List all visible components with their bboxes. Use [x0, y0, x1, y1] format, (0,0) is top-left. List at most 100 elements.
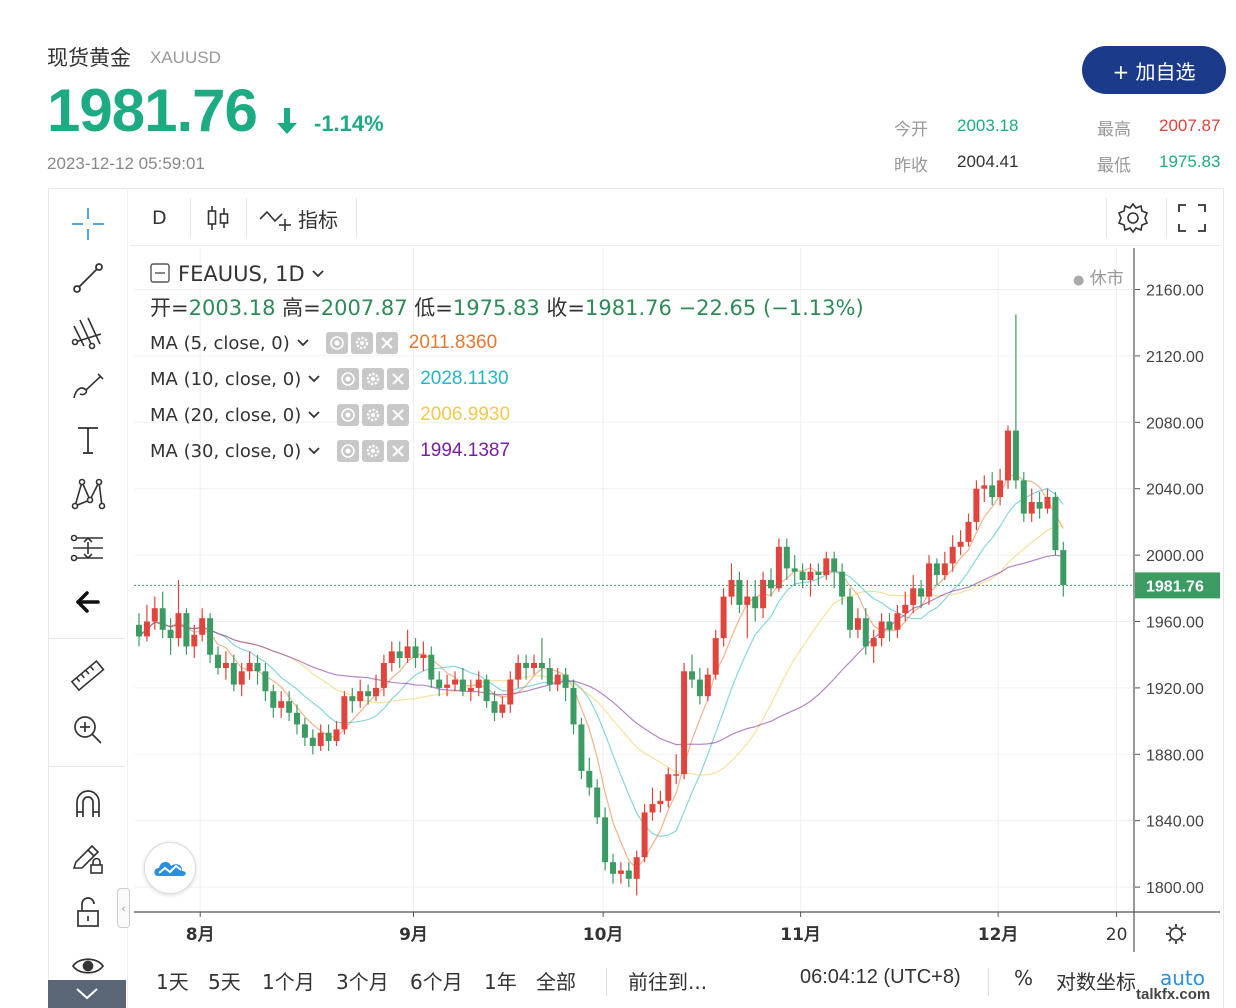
range-5d[interactable]: 5天 [208, 966, 241, 995]
candle[interactable] [215, 646, 221, 675]
collapse-legend-icon[interactable] [150, 263, 170, 283]
settings-button[interactable] [1116, 190, 1150, 246]
range-3m[interactable]: 3个月 [336, 966, 389, 995]
ruler-icon[interactable] [66, 654, 110, 698]
goto-date-button[interactable]: 前往到... [628, 966, 707, 995]
candle[interactable] [301, 717, 308, 746]
candle[interactable] [989, 472, 996, 506]
candle[interactable] [262, 663, 269, 702]
pitchfork-icon[interactable] [66, 310, 110, 354]
close-icon[interactable] [387, 368, 410, 390]
gear-icon[interactable] [362, 368, 385, 390]
candle[interactable] [633, 850, 640, 896]
candle[interactable] [1012, 314, 1019, 489]
candle[interactable] [294, 704, 300, 735]
candle[interactable] [428, 646, 435, 688]
range-1y[interactable]: 1年 [484, 966, 517, 995]
range-1d[interactable]: 1天 [156, 966, 189, 995]
candle[interactable] [760, 571, 767, 619]
candle[interactable] [681, 663, 688, 780]
zoom-in-icon[interactable] [66, 708, 110, 752]
candle[interactable] [286, 691, 293, 722]
eye-icon[interactable] [325, 332, 348, 354]
close-icon[interactable] [387, 404, 410, 426]
candle[interactable] [467, 679, 474, 702]
candle[interactable] [207, 613, 214, 663]
candle[interactable] [1052, 492, 1059, 556]
lock-drawing-icon[interactable] [66, 836, 110, 880]
candle[interactable] [973, 480, 980, 531]
eye-icon[interactable] [337, 368, 360, 390]
candle[interactable] [870, 629, 877, 663]
candle[interactable] [278, 691, 285, 718]
close-icon[interactable] [387, 440, 410, 462]
tradingview-logo[interactable] [144, 842, 196, 894]
candle[interactable] [752, 580, 759, 622]
candle[interactable] [641, 804, 648, 863]
candle[interactable] [1036, 492, 1043, 519]
candle[interactable] [894, 604, 901, 639]
candle[interactable] [246, 651, 253, 680]
candle[interactable] [270, 684, 277, 718]
gear-icon[interactable] [350, 332, 373, 354]
candle[interactable] [238, 663, 245, 697]
candle[interactable] [562, 667, 569, 702]
gear-icon[interactable] [362, 404, 385, 426]
brush-icon[interactable] [66, 364, 110, 408]
symbol-legend[interactable]: FEAUUS, 1D [150, 262, 325, 286]
candle[interactable] [1005, 425, 1011, 489]
candle[interactable] [515, 654, 522, 688]
candle[interactable] [704, 667, 711, 702]
candle[interactable] [649, 787, 656, 821]
gear-icon[interactable] [362, 440, 385, 462]
candle[interactable] [167, 618, 174, 655]
clock[interactable]: 06:04:12 (UTC+8) [800, 966, 961, 989]
unlock-icon[interactable] [66, 890, 110, 934]
candle[interactable] [886, 613, 893, 642]
candle[interactable] [191, 624, 198, 659]
measure-icon[interactable] [66, 526, 110, 570]
candle[interactable] [309, 729, 316, 755]
axis-settings-icon[interactable] [1166, 924, 1186, 944]
candle[interactable] [578, 717, 585, 780]
candle[interactable] [151, 596, 158, 630]
candle[interactable] [610, 853, 616, 884]
pattern-icon[interactable] [66, 472, 110, 516]
candle[interactable] [538, 638, 545, 680]
candle[interactable] [657, 790, 664, 813]
candle[interactable] [420, 641, 427, 672]
collapse-toolbar-button[interactable]: ‹ [117, 888, 130, 928]
candle[interactable] [665, 767, 672, 808]
magnet-icon[interactable] [66, 782, 110, 826]
candle[interactable] [436, 671, 443, 697]
candle[interactable] [499, 696, 506, 718]
candle[interactable] [878, 613, 885, 647]
candle[interactable] [712, 629, 719, 680]
back-arrow-icon[interactable] [66, 580, 110, 624]
candle[interactable] [483, 674, 490, 708]
candle[interactable] [854, 608, 861, 639]
fullscreen-button[interactable] [1176, 190, 1208, 246]
candle[interactable] [815, 563, 822, 585]
candle[interactable] [586, 757, 593, 796]
candle[interactable] [388, 641, 395, 672]
candle[interactable] [981, 475, 988, 502]
candle[interactable] [783, 538, 790, 581]
candle[interactable] [159, 591, 166, 639]
candle[interactable] [404, 629, 411, 663]
candle[interactable] [696, 667, 703, 705]
candle[interactable] [775, 538, 782, 592]
candle[interactable] [333, 721, 340, 746]
interval-button[interactable]: D [152, 190, 167, 246]
candle[interactable] [325, 724, 332, 751]
close-icon[interactable] [375, 332, 398, 354]
range-1m[interactable]: 1个月 [262, 966, 315, 995]
candle-style-button[interactable] [204, 190, 232, 246]
percent-toggle[interactable]: % [1014, 966, 1033, 990]
candle[interactable] [546, 658, 553, 692]
indicators-button[interactable]: 指标 [258, 190, 338, 246]
candle[interactable] [136, 613, 142, 647]
crosshair-icon[interactable] [66, 202, 110, 246]
candle[interactable] [689, 654, 695, 688]
text-icon[interactable] [66, 418, 110, 462]
